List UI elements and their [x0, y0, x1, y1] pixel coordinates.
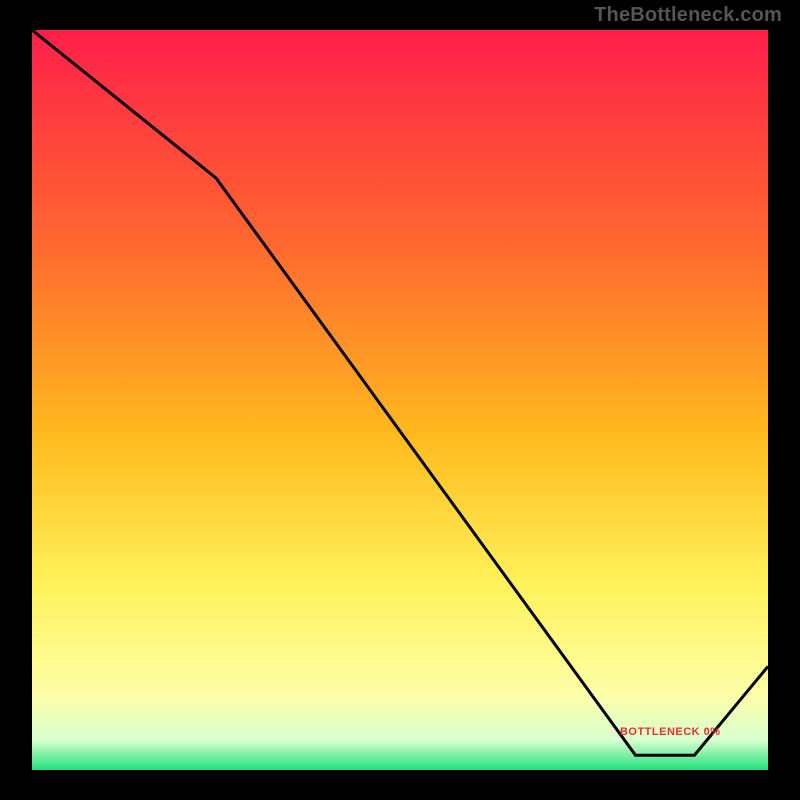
chart-frame — [32, 30, 768, 770]
bottleneck-chart — [32, 30, 768, 770]
chart-container: TheBottleneck.com BOTTLENECK 0% — [0, 0, 800, 800]
flat-segment-label: BOTTLENECK 0% — [620, 726, 721, 738]
gradient-background — [32, 30, 768, 770]
watermark-text: TheBottleneck.com — [594, 4, 782, 27]
